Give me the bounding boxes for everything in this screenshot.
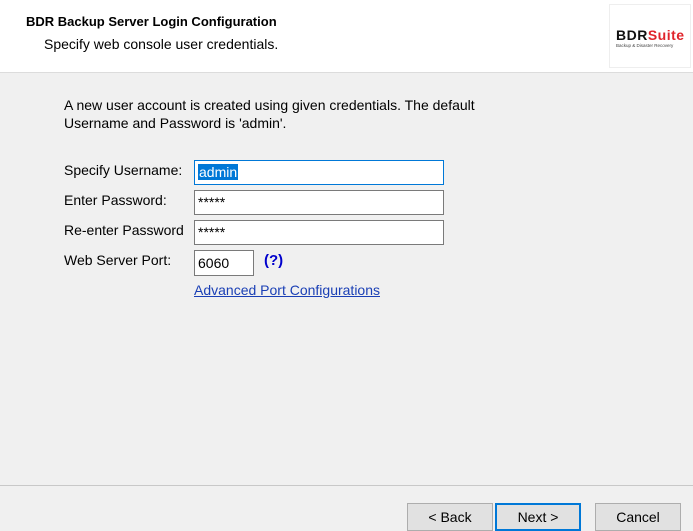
username-value: admin (198, 164, 239, 180)
logo-tagline: Backup & Disaster Recovery (616, 43, 674, 48)
reenter-password-label: Re-enter Password: (64, 222, 184, 238)
logo-text-main: BDR (616, 27, 648, 43)
username-label: Specify Username: (64, 162, 183, 178)
info-text: A new user account is created using give… (64, 97, 475, 131)
username-input[interactable]: admin (194, 160, 444, 185)
bdrsuite-logo: BDRSuite Backup & Disaster Recovery (609, 4, 691, 68)
reenter-password-input[interactable]: ***** (194, 220, 444, 245)
header-title: BDR Backup Server Login Configuration (26, 14, 277, 29)
wizard-header: BDR Backup Server Login Configuration Sp… (0, 0, 693, 73)
password-label: Enter Password: (64, 192, 167, 208)
next-button[interactable]: Next > (495, 503, 581, 531)
header-subtitle: Specify web console user credentials. (44, 36, 279, 52)
port-help-link[interactable]: (?) (264, 252, 283, 269)
advanced-port-config-link[interactable]: Advanced Port Configurations (194, 282, 380, 298)
logo-text-accent: Suite (647, 27, 685, 43)
back-button[interactable]: < Back (407, 503, 493, 531)
logo-wordmark: BDRSuite (616, 27, 685, 43)
port-label: Web Server Port: (64, 252, 172, 268)
footer-separator (0, 485, 693, 486)
port-input[interactable]: 6060 (194, 250, 254, 276)
password-input[interactable]: ***** (194, 190, 444, 215)
cancel-button[interactable]: Cancel (595, 503, 681, 531)
